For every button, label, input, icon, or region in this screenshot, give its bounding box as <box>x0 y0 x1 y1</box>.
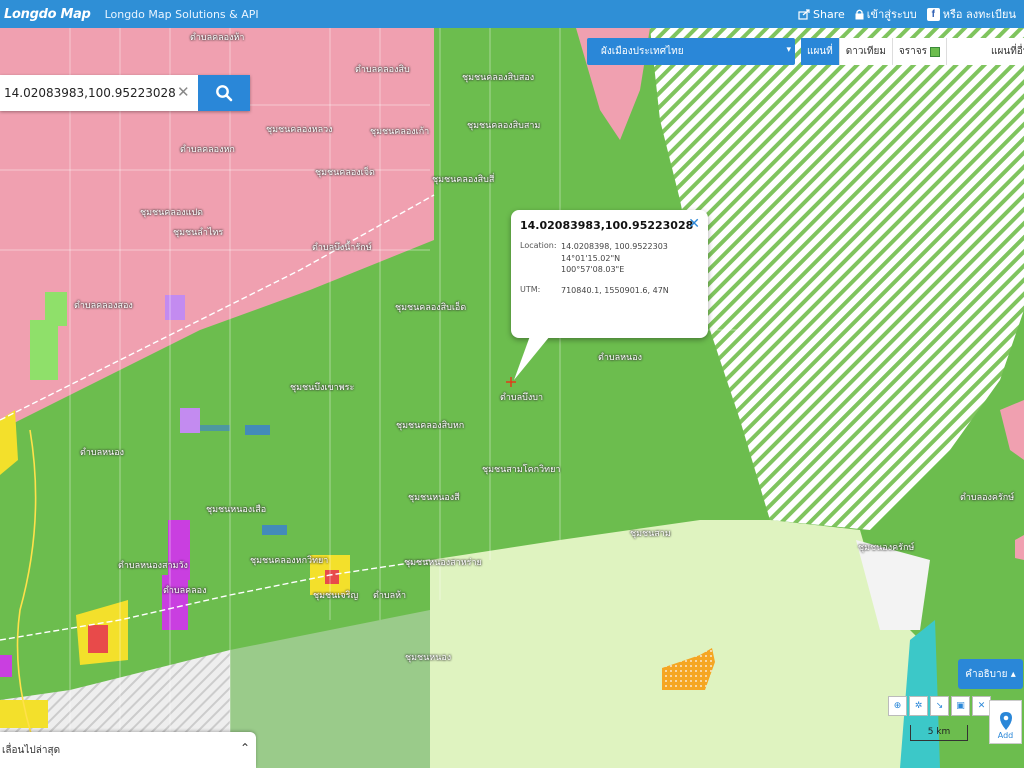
lock-icon <box>855 9 864 19</box>
map-label: ชุมชนหนองเสือ <box>206 505 267 515</box>
tab-satellite[interactable]: ดาวเทียม <box>839 38 893 65</box>
add-button[interactable]: Add <box>989 700 1022 744</box>
location-lat-dms: 14°01'15.02"N <box>561 253 621 263</box>
tab-other-maps[interactable]: แผนที่อื่นๆ <box>947 38 1024 65</box>
tab-traffic-label: จราจร <box>898 46 927 57</box>
map-label: ตำบลคลองสิบ <box>355 65 410 75</box>
share-button[interactable]: Share <box>798 8 845 21</box>
search-box: ✕ <box>0 75 250 111</box>
login-label: เข้าสู่ระบบ <box>866 8 917 21</box>
map-label: ชุมชนคลองหลวง <box>266 125 333 135</box>
register-label: หรือ ลงทะเบียน <box>942 8 1016 21</box>
chevron-up-icon[interactable]: ⌃ <box>240 741 250 755</box>
share-label: Share <box>813 7 845 21</box>
tab-map[interactable]: แผนที่ <box>801 38 840 65</box>
map-label: ตำบลคลองห้า <box>190 33 245 43</box>
utm-label: UTM: <box>520 284 541 294</box>
route-icon[interactable]: ↘ <box>930 696 949 716</box>
login-link[interactable]: เข้าสู่ระบบ <box>855 5 917 23</box>
app-logo[interactable]: Longdo Map <box>4 7 91 22</box>
map-label: ชุมชนคลองหกวิทยา <box>250 556 329 566</box>
map-label: ชุมชนสามโคกวิทยา <box>482 465 561 475</box>
map-label: ตำบลหนอง <box>598 353 643 363</box>
map-label: ชุมชนลำไทร <box>173 228 224 238</box>
map-label: ชุมชนคลองสิบสาม <box>467 121 541 131</box>
map-label: ชุมชนคลองสิบเอ็ด <box>395 303 467 313</box>
layers-icon[interactable]: ▣ <box>951 696 970 716</box>
clear-icon[interactable]: ✕ <box>177 83 190 101</box>
location-label: Location: <box>520 241 557 250</box>
map-label: ชุมชนองครักษ์ <box>858 543 915 553</box>
layer-dropdown[interactable]: ผังเมืองประเทศไทย ▾ <box>587 38 795 65</box>
map-label: ตำบลองครักษ์ <box>960 493 1015 503</box>
map-label: ชุมชนคลองสิบสี่ <box>432 175 495 185</box>
add-label: Add <box>997 731 1014 740</box>
map-label: ตำบลหนอง <box>80 448 125 458</box>
location-popup: 14.02083983,100.95223028 ✕ Location: 14.… <box>511 210 708 338</box>
facebook-icon: f <box>926 7 940 21</box>
map-label: ตำบลคลอง <box>163 586 207 596</box>
map-label: ชุมชนหนอง <box>405 653 452 663</box>
map-label: ตำบลหนองสามวัง <box>118 561 188 571</box>
share-icon <box>798 8 810 20</box>
map-label: ชุมชนหนองสาหร่าย <box>404 558 482 568</box>
popup-utm-row: UTM: 710840.1, 1550901.6, 47N <box>520 285 699 297</box>
map-label: ชุมชนคลองเจ็ด <box>315 168 375 178</box>
map-type-tabs: แผนที่ ดาวเทียม จราจร แผนที่อื่นๆ <box>801 38 1024 65</box>
zoning-map[interactable] <box>0 0 1024 768</box>
zoom-level-icon[interactable]: ⊕ <box>888 696 907 716</box>
register-link[interactable]: f หรือ ลงทะเบียน <box>926 5 1016 23</box>
map-label: ชุมชนคลองเก้า <box>370 127 430 137</box>
recent-panel-label: เลื่อนไปล่าสุด <box>2 744 61 756</box>
top-bar: Longdo Map Longdo Map Solutions & API Sh… <box>0 0 1024 28</box>
map-label: ชุมชนคลองสิบหก <box>396 421 465 431</box>
grid-icon <box>930 46 940 57</box>
utm-value: 710840.1, 1550901.6, 47N <box>561 285 669 295</box>
map-label: ชุมชนคลองแปด <box>140 208 203 218</box>
map-label: ตำบลคลองสอง <box>74 301 133 311</box>
popup-location-row: Location: 14.0208398, 100.9522303 14°01'… <box>520 241 699 276</box>
search-input[interactable] <box>0 75 198 111</box>
popup-pointer <box>514 336 550 380</box>
location-values: 14.0208398, 100.9522303 14°01'15.02"N 10… <box>561 241 699 276</box>
map-toolbar: ⊕ ✲ ↘ ▣ ✕ <box>888 696 991 718</box>
legend-button[interactable]: คำอธิบาย ▴ <box>958 659 1023 689</box>
location-lon-dms: 100°57'08.03"E <box>561 265 625 275</box>
search-button[interactable] <box>198 75 250 111</box>
compass-icon[interactable]: ✲ <box>909 696 928 716</box>
close-icon[interactable]: ✕ <box>688 216 700 232</box>
map-label: ตำบลบึงน้ำรักษ์ <box>312 243 372 253</box>
scale-bar: 5 km <box>910 725 968 741</box>
map-label: ตำบลห้า <box>373 591 407 601</box>
map-label: ชุมชนคลองสิบสอง <box>462 73 535 83</box>
brand-link[interactable]: Longdo Map Solutions & API <box>105 8 259 21</box>
legend-label: คำอธิบาย <box>965 668 1008 680</box>
map-label: ตำบลบึงบา <box>500 393 544 403</box>
map-label: ชุมชนบึงเขาพระ <box>290 383 355 393</box>
layer-dropdown-label: ผังเมืองประเทศไทย <box>601 46 684 57</box>
map-label: ชุมชนเจริญ <box>313 591 359 601</box>
tab-traffic[interactable]: จราจร <box>892 38 947 65</box>
popup-title: 14.02083983,100.95223028 <box>520 219 694 232</box>
map-label: ชุมชนหนองสี <box>408 493 460 503</box>
pin-icon <box>999 712 1012 730</box>
map-label: ตำบลคลองหก <box>180 145 235 155</box>
top-right-links: Share เข้าสู่ระบบ f หรือ ลงทะเบียน <box>798 0 1016 28</box>
map-app: ตำบลคลองห้า ตำบลคลองสิบ ชุมชนคลองสิบสอง … <box>0 0 1024 768</box>
location-decimal: 14.0208398, 100.9522303 <box>561 242 668 251</box>
map-label: ชุมชนสาม <box>630 529 671 539</box>
search-icon <box>216 85 233 102</box>
chevron-down-icon: ▾ <box>786 45 791 55</box>
recent-panel[interactable]: เลื่อนไปล่าสุด ⌃ <box>0 732 256 768</box>
